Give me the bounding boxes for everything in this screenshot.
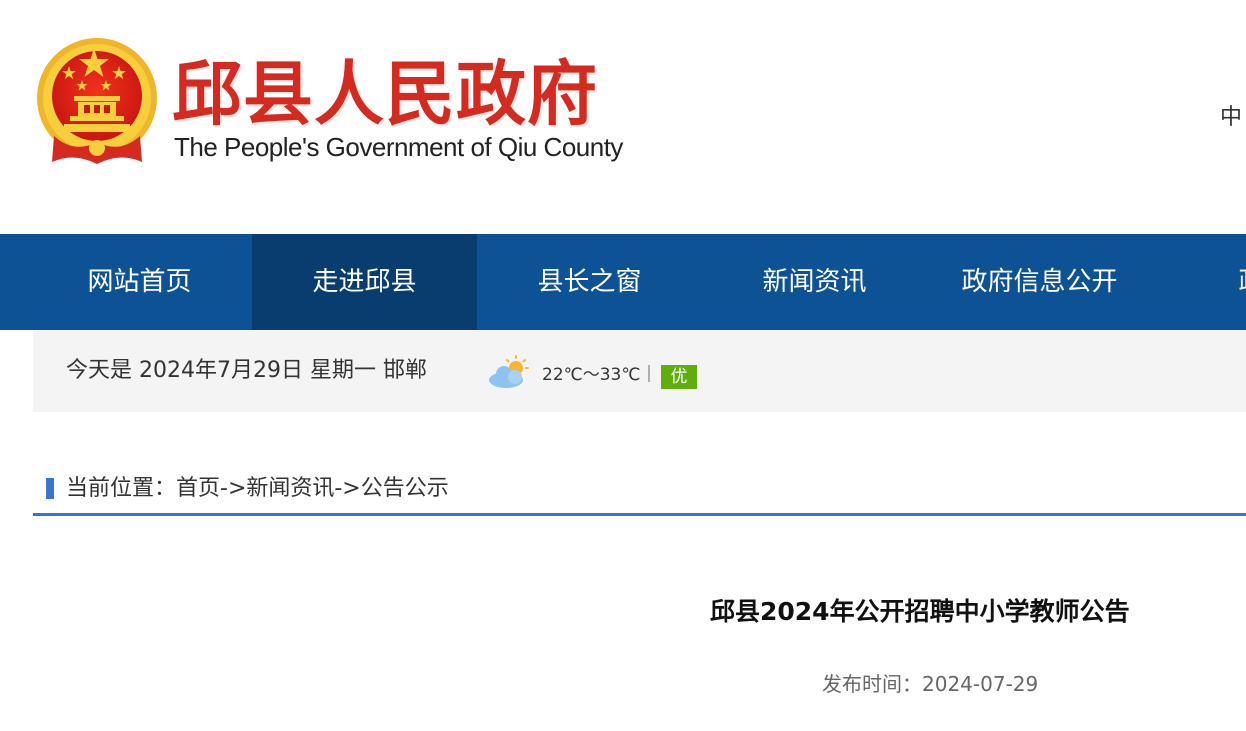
breadcrumb-marker [46,478,54,499]
language-switch-link[interactable]: 中 [1220,104,1242,132]
nav-item-magistrate[interactable]: 县长之窗 [477,234,702,330]
partly-cloudy-icon [489,355,529,388]
page: 邱县人民政府 The People's Government of Qiu Co… [0,0,1246,731]
main-nav: 网站首页 走进邱县 县长之窗 新闻资讯 政府信息公开 政务 [0,234,1246,330]
nav-item-gov-info[interactable]: 政府信息公开 [927,234,1152,330]
nav-item-about-county[interactable]: 走进邱县 [252,234,477,330]
nav-item-news[interactable]: 新闻资讯 [702,234,927,330]
breadcrumb[interactable]: 当前位置：首页->新闻资讯->公告公示 [66,470,449,508]
site-title: 邱县人民政府 [172,52,598,135]
national-emblem-icon [37,38,157,164]
info-bar: 今天是 2024年7月29日 星期一 邯郸 22℃～33℃｜ 优 [33,330,1246,412]
article-title: 邱县2024年公开招聘中小学教师公告 [710,597,1130,626]
publish-date-line: 发布时间：2024-07-29 [822,668,1038,700]
breadcrumb-divider [33,513,1246,516]
publish-date: 2024-07-29 [922,672,1039,696]
date-location-text: 今天是 2024年7月29日 星期一 邯郸 [66,358,427,383]
air-quality-badge: 优 [661,365,697,389]
nav-item-home[interactable]: 网站首页 [27,234,252,330]
nav-item-gov-affairs[interactable]: 政务 [1152,234,1246,330]
publish-label: 发布时间： [822,672,922,696]
temperature-range: 22℃～33℃｜ [542,365,658,385]
site-subtitle: The People's Government of Qiu County [174,132,623,162]
